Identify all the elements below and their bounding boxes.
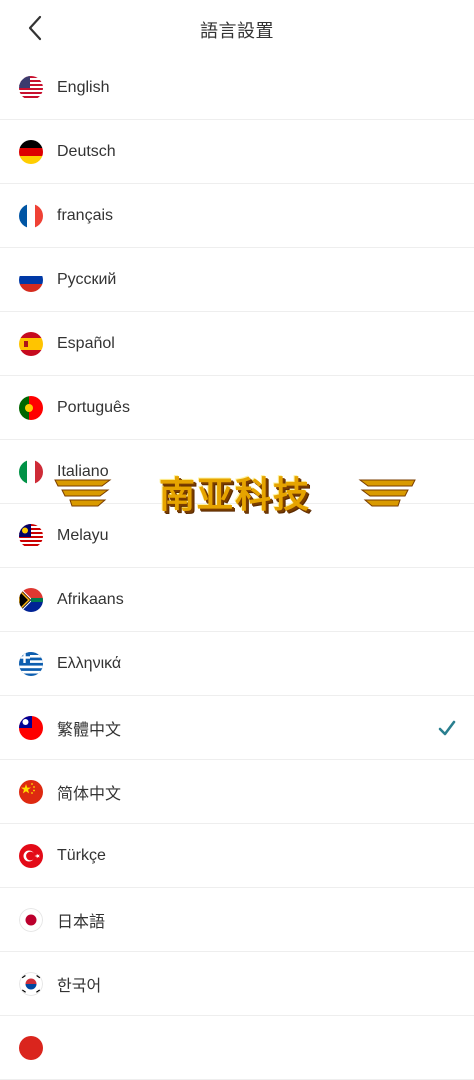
language-item-korean[interactable]: 한국어 bbox=[0, 952, 474, 1016]
language-label: Deutsch bbox=[57, 142, 116, 160]
za-flag-icon bbox=[19, 587, 43, 612]
de-flag-icon bbox=[19, 139, 43, 164]
language-item-simplified-chinese[interactable]: 简体中文 bbox=[0, 760, 474, 824]
tw-flag-icon bbox=[19, 715, 43, 740]
language-label: Русский bbox=[57, 270, 117, 288]
cn-flag-icon bbox=[19, 779, 43, 804]
language-label: 한국어 bbox=[57, 977, 102, 995]
language-list: English Deutsch français Русский Español… bbox=[0, 56, 474, 1080]
language-item-espanol[interactable]: Español bbox=[0, 312, 474, 376]
us-flag-icon bbox=[19, 75, 43, 100]
checkmark-icon bbox=[438, 720, 456, 735]
header-bar: 語言設置 bbox=[0, 0, 474, 57]
ru-flag-icon bbox=[19, 267, 43, 292]
language-label: Türkçe bbox=[57, 846, 106, 864]
jp-flag-icon bbox=[19, 907, 43, 932]
language-label: Português bbox=[57, 398, 130, 416]
language-label: Español bbox=[57, 334, 115, 352]
partial-flag-icon bbox=[19, 1035, 43, 1060]
language-item-turkce[interactable]: Türkçe bbox=[0, 824, 474, 888]
es-flag-icon bbox=[19, 331, 43, 356]
language-item-traditional-chinese[interactable]: 繁體中文 bbox=[0, 696, 474, 760]
language-item-deutsch[interactable]: Deutsch bbox=[0, 120, 474, 184]
my-flag-icon bbox=[19, 523, 43, 548]
language-item-english[interactable]: English bbox=[0, 56, 474, 120]
language-item-greek[interactable]: Ελληνικά bbox=[0, 632, 474, 696]
language-item-portugues[interactable]: Português bbox=[0, 376, 474, 440]
language-item-melayu[interactable]: Melayu bbox=[0, 504, 474, 568]
fr-flag-icon bbox=[19, 203, 43, 228]
language-item-francais[interactable]: français bbox=[0, 184, 474, 248]
language-label: français bbox=[57, 206, 114, 224]
it-flag-icon bbox=[19, 459, 43, 484]
language-item-russian[interactable]: Русский bbox=[0, 248, 474, 312]
page-title: 語言設置 bbox=[200, 21, 274, 41]
language-item-afrikaans[interactable]: Afrikaans bbox=[0, 568, 474, 632]
language-label: Melayu bbox=[57, 526, 109, 544]
language-label: Ελληνικά bbox=[57, 654, 122, 672]
language-label: English bbox=[57, 78, 110, 96]
language-label: 日本語 bbox=[57, 913, 106, 931]
kr-flag-icon bbox=[19, 971, 43, 996]
language-label: Italiano bbox=[57, 462, 109, 480]
pt-flag-icon bbox=[19, 395, 43, 420]
language-item-partial[interactable] bbox=[0, 1016, 474, 1080]
language-label: 简体中文 bbox=[57, 785, 122, 803]
language-item-italiano[interactable]: Italiano bbox=[0, 440, 474, 504]
tr-flag-icon bbox=[19, 843, 43, 868]
language-item-japanese[interactable]: 日本語 bbox=[0, 888, 474, 952]
language-label: Afrikaans bbox=[57, 590, 124, 608]
gr-flag-icon bbox=[19, 651, 43, 676]
language-label: 繁體中文 bbox=[57, 721, 122, 739]
